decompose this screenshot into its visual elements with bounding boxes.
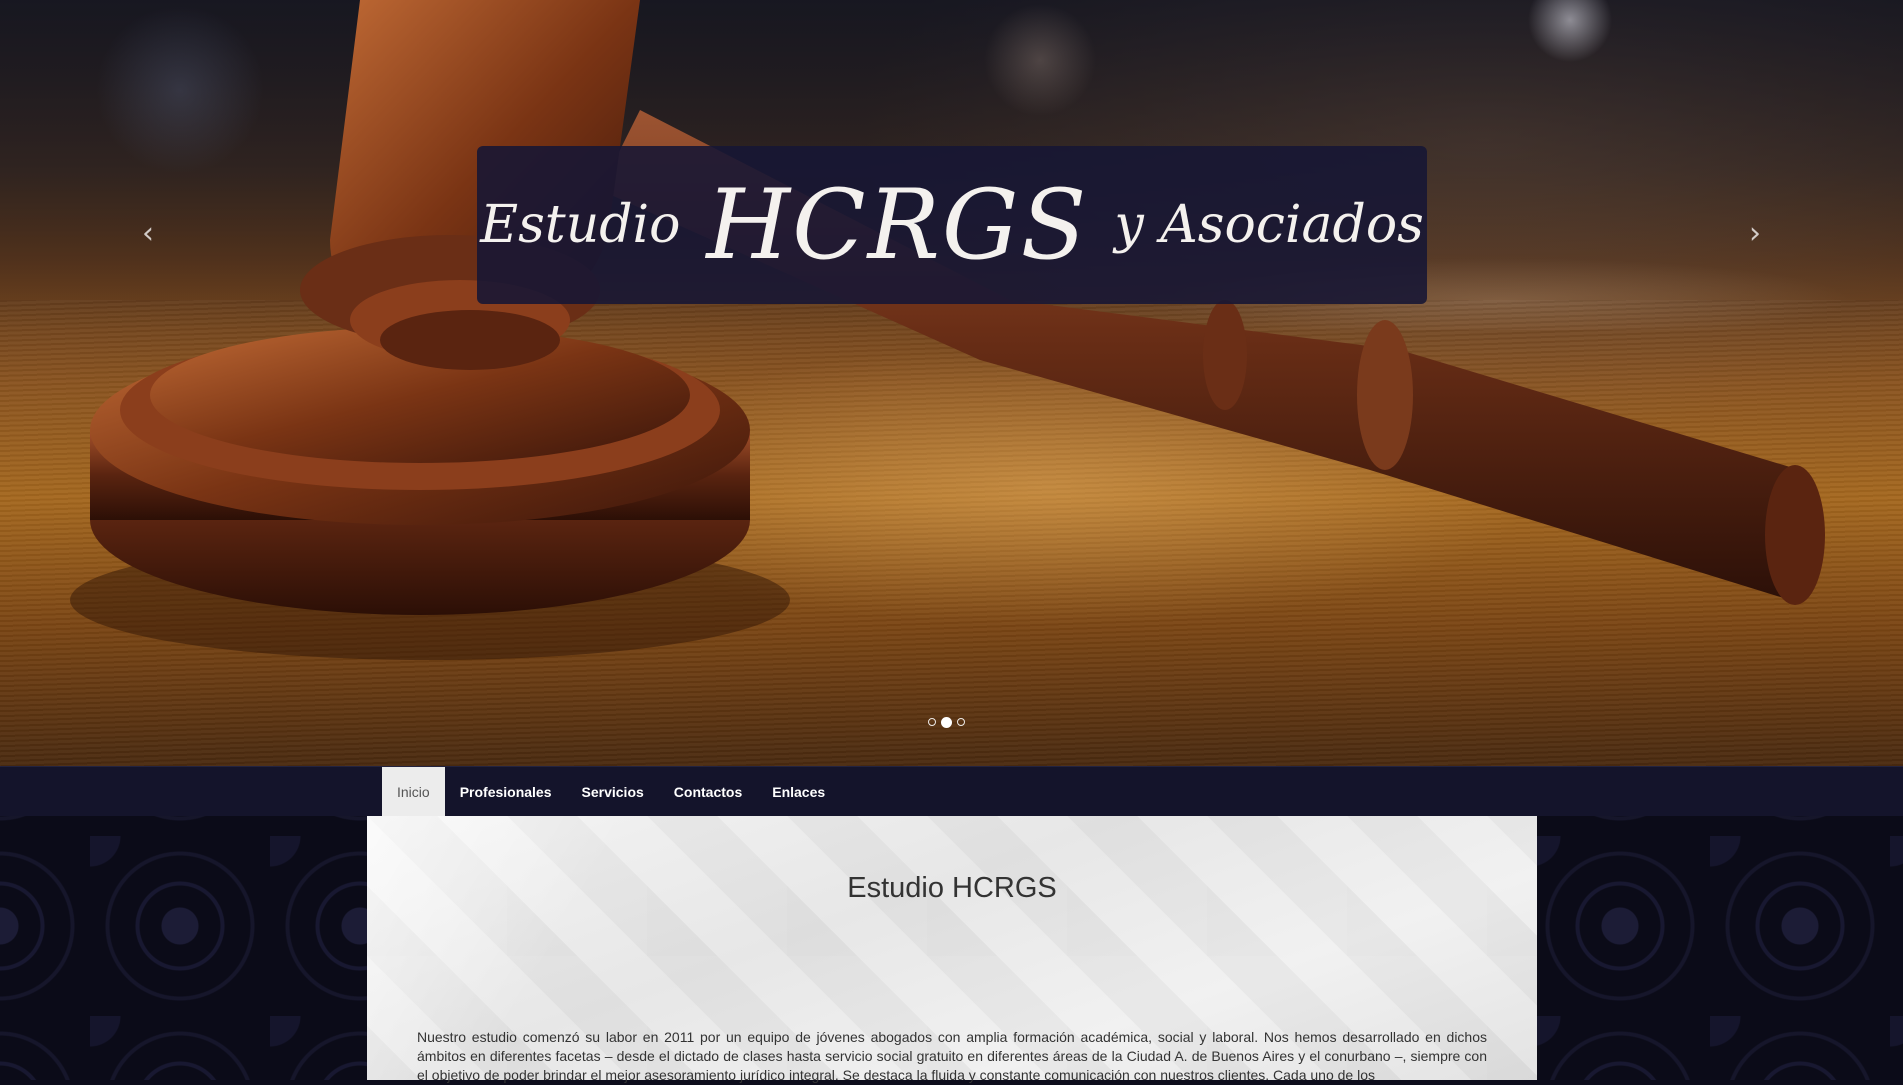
slider-next-arrow-icon[interactable]: › <box>1743 214 1767 254</box>
slider-dot-3[interactable] <box>957 718 965 726</box>
nav-item-inicio[interactable]: Inicio <box>382 767 445 817</box>
main-navigation: Inicio Profesionales Servicios Contactos… <box>0 766 1903 817</box>
banner-word-estudio: Estudio <box>480 195 681 255</box>
nav-item-enlaces[interactable]: Enlaces <box>757 767 840 817</box>
nav-item-contactos[interactable]: Contactos <box>659 767 757 817</box>
nav-item-profesionales[interactable]: Profesionales <box>445 767 567 817</box>
content-area: Estudio HCRGS Nuestro estudio comenzó su… <box>367 816 1537 1083</box>
page-title: Estudio HCRGS <box>847 872 1057 904</box>
nav-item-servicios[interactable]: Servicios <box>567 767 659 817</box>
hero-slider: Estudio HCRGS y Asociados ‹ › <box>0 0 1903 766</box>
slider-dot-2[interactable] <box>941 716 952 728</box>
banner-word-asociados: y Asociados <box>1114 195 1424 255</box>
slider-pagination <box>928 716 965 728</box>
slider-dot-1[interactable] <box>928 718 936 726</box>
intro-paragraph: Nuestro estudio comenzó su labor en 2011… <box>417 1029 1487 1083</box>
banner-word-hcrgs: HCRGS <box>706 169 1089 281</box>
gavel-image <box>70 0 1825 660</box>
site-title-banner: Estudio HCRGS y Asociados <box>477 146 1427 304</box>
nav-items: Inicio Profesionales Servicios Contactos… <box>382 767 840 817</box>
slider-prev-arrow-icon[interactable]: ‹ <box>136 214 160 254</box>
